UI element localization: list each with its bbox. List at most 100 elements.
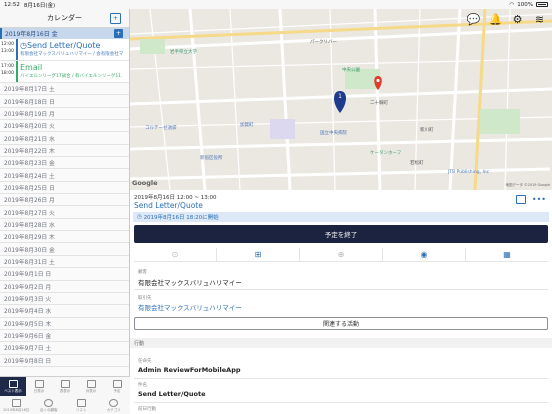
location-icon — [44, 398, 54, 407]
add-note-icon[interactable]: ⊞ — [217, 248, 300, 261]
battery-percent: 100% — [517, 1, 533, 8]
section-header: 行動 — [130, 338, 552, 348]
divider — [134, 402, 548, 403]
tab-category[interactable]: カテゴリ — [98, 396, 131, 414]
list-icon — [76, 398, 86, 407]
camera-icon[interactable]: ◉ — [383, 248, 466, 261]
event-end: 13:00 — [1, 48, 14, 54]
day-row[interactable]: 2019年8月25日 日 — [0, 181, 129, 195]
calendar-icon — [86, 379, 96, 388]
selected-day-label: 2019年8月16日 金 — [5, 31, 58, 38]
account-label: 取引先 — [138, 296, 152, 301]
day-row[interactable]: 2019年8月22日 木 — [0, 144, 129, 158]
subject-value: Send Letter/Quote — [138, 390, 206, 398]
event-times: 12:00 13:00 — [0, 39, 16, 60]
event-color-bar — [16, 61, 18, 82]
day-row[interactable]: 2019年8月18日 日 — [0, 95, 129, 108]
battery-icon — [536, 2, 548, 7]
next-label: 前日行動 — [138, 407, 156, 412]
event-subtitle: バイエルンリーグ17試合 / 有バイエルンリーグ11 — [20, 74, 122, 79]
event-item[interactable]: 17:00 18:00 Email バイエルンリーグ17試合 / 有バイエルンリ… — [0, 61, 129, 83]
started-banner: ◷ 2019年8月16日 18:20に開始 — [133, 212, 549, 222]
status-date: 8月16日(金) — [23, 2, 56, 9]
map-view[interactable]: パークリバー 岩手県立大学 中央公園 二十騎町 国立中央病院 新宿区役所 ケータ… — [130, 9, 552, 190]
owner-value: Admin ReviewForMobileApp — [138, 366, 241, 374]
event-times: 17:00 18:00 — [0, 61, 16, 82]
account-value[interactable]: 有限会社マックスバリュハリマイー — [138, 302, 242, 312]
related-activities-button[interactable]: 関連する活動 — [134, 317, 548, 330]
tab-day-view[interactable]: 日表示 — [26, 377, 52, 396]
layers-icon[interactable]: ≋ — [533, 13, 546, 26]
people-icon — [109, 398, 119, 407]
tab-best-view[interactable]: ベスト表示 — [0, 377, 26, 396]
bell-icon[interactable]: 🔔 — [489, 13, 503, 26]
detail-icon-row: ⊙ ⊞ ⊕ ◉ ▦ — [134, 248, 548, 262]
day-row[interactable]: 2019年9月7日 土 — [0, 342, 129, 355]
day-row[interactable]: 2019年8月26日 月 — [0, 194, 129, 207]
day-row[interactable]: 2019年9月5日 木 — [0, 317, 129, 330]
google-logo: Google — [132, 179, 158, 187]
end-event-button[interactable]: 予定を終了 — [134, 225, 548, 243]
calendar-pane: カレンダー + 2019年8月16日 金 + 12:00 13:00 ◷Send… — [0, 9, 130, 414]
event-title: ◷Send Letter/Quote — [20, 41, 101, 50]
tab-month-view[interactable]: 月表示 — [78, 377, 104, 396]
calendar-add-icon[interactable]: + — [110, 13, 121, 24]
tab-list[interactable]: リスト — [65, 396, 98, 414]
map-attribution[interactable]: 地図データ ©2019 Google — [506, 183, 550, 188]
map-icon[interactable]: ▦ — [466, 248, 548, 261]
gear-icon[interactable]: ⚙ — [511, 13, 524, 26]
tab-week-view[interactable]: 週表示 — [52, 377, 78, 396]
day-row[interactable]: 2019年8月24日 土 — [0, 169, 129, 182]
owner-label: 任命先 — [138, 359, 152, 364]
day-row[interactable]: 2019年8月21日 水 — [0, 132, 129, 145]
event-start: 17:00 — [1, 64, 14, 69]
map-toolbar: 💬 🔔 ⚙ ≋ — [467, 13, 546, 26]
day-row[interactable]: 2019年8月20日 火 — [0, 120, 129, 133]
day-row[interactable]: 2019年9月6日 金 — [0, 329, 129, 343]
client-value[interactable]: 有限会社マックスバリュハリマイー — [138, 277, 242, 287]
bottom-tab-bar: ベスト表示 日表示 週表示 月表示 予定 2019年8月16日 近くの顧客 リス… — [0, 376, 130, 414]
event-subtitle: 有限会社マックスバリュハリマイー / 会有限会社マ — [20, 52, 124, 57]
day-row[interactable]: 2019年8月27日 火 — [0, 206, 129, 219]
day-row[interactable]: 2019年9月8日 日 — [0, 354, 129, 367]
event-item[interactable]: 12:00 13:00 ◷Send Letter/Quote 有限会社マックスバ… — [0, 39, 129, 61]
event-color-bar — [16, 39, 18, 60]
day-row[interactable]: 2019年8月17日 土 — [0, 83, 129, 96]
pin-number: 1 — [338, 93, 342, 100]
location-icon[interactable]: ⊙ — [134, 248, 217, 261]
event-detail: 2019年8月16日 12:00 ~ 13:00 Send Letter/Quo… — [130, 190, 552, 414]
tab-nearby-clients[interactable]: 近くの顧客 — [33, 396, 66, 414]
clock-icon: ◷ — [20, 41, 27, 50]
client-label: 顧客 — [138, 270, 147, 275]
more-icon[interactable]: ••• — [532, 195, 546, 204]
checkbox-icon — [112, 379, 122, 388]
red-pin-icon — [374, 76, 382, 90]
day-row[interactable]: 2019年9月4日 水 — [0, 305, 129, 318]
tab-today[interactable]: 2019年8月16日 — [0, 396, 33, 414]
document-icon[interactable] — [515, 195, 526, 204]
day-row[interactable]: 2019年9月1日 日 — [0, 268, 129, 281]
selected-day-header[interactable]: 2019年8月16日 金 + — [0, 28, 129, 39]
day-row[interactable]: 2019年9月3日 火 — [0, 292, 129, 306]
detail-actions: ••• — [515, 195, 546, 204]
event-title: Email — [20, 63, 43, 72]
subject-label: 件名 — [138, 383, 147, 388]
add-icon[interactable]: ⊕ — [300, 248, 383, 261]
add-event-icon[interactable]: + — [114, 29, 123, 38]
status-bar: 12:52 8月16日(金) ◠ 100% — [0, 0, 552, 9]
day-row[interactable]: 2019年8月29日 木 — [0, 231, 129, 244]
calendar-icon — [60, 379, 70, 388]
chat-icon[interactable]: 💬 — [467, 13, 481, 26]
calendar-icon — [8, 379, 18, 388]
day-row[interactable]: 2019年8月28日 水 — [0, 218, 129, 232]
day-row[interactable]: 2019年8月19日 月 — [0, 107, 129, 121]
day-row[interactable]: 2019年8月23日 金 — [0, 157, 129, 170]
day-row[interactable]: 2019年9月2日 月 — [0, 280, 129, 293]
page-title: カレンダー — [47, 14, 82, 22]
tab-schedule[interactable]: 予定 — [104, 377, 130, 396]
day-list: 2019年8月17日 土 2019年8月18日 日 2019年8月19日 月 2019… — [0, 83, 129, 367]
day-row[interactable]: 2019年8月30日 金 — [0, 243, 129, 256]
day-row[interactable]: 2019年8月31日 土 — [0, 255, 129, 269]
calendar-header: カレンダー + — [0, 9, 129, 28]
divider — [134, 289, 548, 290]
